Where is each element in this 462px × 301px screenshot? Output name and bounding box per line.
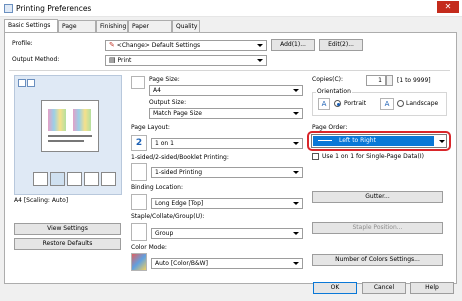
tab-page-setup[interactable]: Page Setup <box>58 20 96 41</box>
page-preview <box>41 100 99 152</box>
copies-label: Copies(C): <box>312 76 344 83</box>
finisher-icon <box>50 172 65 186</box>
page-size-icon <box>131 76 145 89</box>
ok-button[interactable]: OK <box>313 282 357 294</box>
restore-defaults-button[interactable]: Restore Defaults <box>14 238 121 250</box>
page-preview-icon <box>18 79 26 87</box>
preview-pane <box>14 75 122 195</box>
page-layout-label: Page Layout: <box>131 124 170 131</box>
tab-paper-source[interactable]: Paper Source <box>128 20 172 41</box>
print-icon: ▤ <box>109 56 116 64</box>
output-size-select[interactable]: Match Page Size <box>149 108 303 119</box>
output-size-value: Match Page Size <box>153 110 202 117</box>
profile-select[interactable]: ✎ <Change> Default Settings <box>105 40 267 51</box>
duplex-icon <box>131 163 147 181</box>
use-1on1-checkbox[interactable] <box>312 153 319 160</box>
copies-range: [1 to 9999] <box>397 77 431 84</box>
page-order-select[interactable]: Left to Right <box>311 134 447 148</box>
preview-image-left <box>48 109 66 131</box>
page-size-value: A4 <box>153 87 161 94</box>
view-settings-button[interactable]: View Settings <box>14 223 121 235</box>
preview-text-line <box>48 135 92 137</box>
page-size-label: Page Size: <box>149 76 180 83</box>
close-button[interactable]: ✕ <box>437 1 459 13</box>
number-of-colors-button[interactable]: Number of Colors Settings... <box>312 254 443 266</box>
chevron-down-icon <box>293 112 299 115</box>
page-size-select[interactable]: A4 <box>149 85 303 96</box>
output-method-select[interactable]: ▤ Print <box>105 55 267 66</box>
binding-label: Binding Location: <box>131 184 183 191</box>
duplex-value: 1-sided Printing <box>155 169 203 176</box>
page-layout-value: 1 on 1 <box>155 140 174 147</box>
output-method-value: Print <box>117 57 132 64</box>
copies-stepper[interactable] <box>386 75 393 86</box>
page-layout-select[interactable]: 1 on 1 <box>151 138 303 149</box>
tab-finishing[interactable]: Finishing <box>96 20 128 32</box>
staple-position-button[interactable]: Staple Position... <box>312 222 443 234</box>
page-order-value: Left to Right <box>313 136 434 146</box>
portrait-label: Portrait <box>344 100 367 107</box>
color-mode-value: Auto [Color/B&W] <box>155 260 208 267</box>
landscape-label: Landscape <box>406 100 439 107</box>
tab-quality[interactable]: Quality <box>172 20 200 32</box>
tab-basic-settings[interactable]: Basic Settings <box>4 19 58 33</box>
profile-label: Profile: <box>12 40 33 47</box>
title-bar: Printing Preferences ✕ <box>0 0 462 17</box>
use-1on1-label: Use 1 on 1 for Single-Page Data(I) <box>322 153 424 160</box>
color-mode-select[interactable]: Auto [Color/B&W] <box>151 258 303 269</box>
gutter-button[interactable]: Gutter... <box>312 191 443 203</box>
chevron-down-icon <box>293 232 299 235</box>
duplex-select[interactable]: 1-sided Printing <box>151 167 303 178</box>
portrait-icon: A <box>318 98 330 110</box>
preview-caption: A4 [Scaling: Auto] <box>14 197 69 204</box>
chevron-down-icon <box>293 142 299 145</box>
staple-icon <box>131 223 147 241</box>
landscape-icon: A <box>380 98 394 110</box>
profile-value: <Change> Default Settings <box>116 42 201 49</box>
duplex-label: 1-sided/2-sided/Booklet Printing: <box>131 154 229 161</box>
staple-select[interactable]: Group <box>151 228 303 239</box>
binding-icon <box>131 194 147 210</box>
preview-image-right <box>73 109 91 131</box>
binding-value: Long Edge [Top] <box>155 200 204 207</box>
divider <box>9 70 450 71</box>
duplex-icon <box>84 172 99 186</box>
landscape-radio[interactable] <box>397 100 404 107</box>
window-title: Printing Preferences <box>16 4 92 13</box>
chevron-down-icon <box>439 140 445 143</box>
staple-value: Group <box>155 230 174 237</box>
edit-profile-button[interactable]: Edit(2)... <box>319 39 363 51</box>
chevron-down-icon <box>293 202 299 205</box>
preview-text-line <box>48 140 84 142</box>
device-icon <box>33 172 48 186</box>
chevron-down-icon <box>257 59 263 62</box>
chevron-down-icon <box>293 262 299 265</box>
printer-icon <box>4 4 13 13</box>
cancel-button[interactable]: Cancel <box>362 282 406 294</box>
help-button[interactable]: Help <box>410 282 454 294</box>
chevron-down-icon <box>293 89 299 92</box>
staple-icon <box>101 172 116 186</box>
arrow-right-icon <box>318 140 332 141</box>
page-order-label: Page Order: <box>312 124 348 131</box>
portrait-radio[interactable] <box>334 100 341 107</box>
copies-input[interactable]: 1 <box>366 75 386 86</box>
staple-label: Staple/Collate/Group(U): <box>131 213 205 220</box>
color-mode-icon <box>131 253 147 271</box>
binding-select[interactable]: Long Edge [Top] <box>151 198 303 209</box>
orientation-label: Orientation <box>316 88 352 95</box>
layout-preview-icon <box>27 79 35 87</box>
page-layout-icon: 2 <box>131 135 147 151</box>
chevron-down-icon <box>257 44 263 47</box>
color-mode-label: Color Mode: <box>131 244 167 251</box>
chevron-down-icon <box>293 171 299 174</box>
pencil-icon: ✎ <box>109 41 115 49</box>
add-profile-button[interactable]: Add(1)... <box>271 39 315 51</box>
paper-tray-icon <box>67 172 82 186</box>
output-size-label: Output Size: <box>149 99 187 106</box>
output-method-label: Output Method: <box>12 56 60 63</box>
